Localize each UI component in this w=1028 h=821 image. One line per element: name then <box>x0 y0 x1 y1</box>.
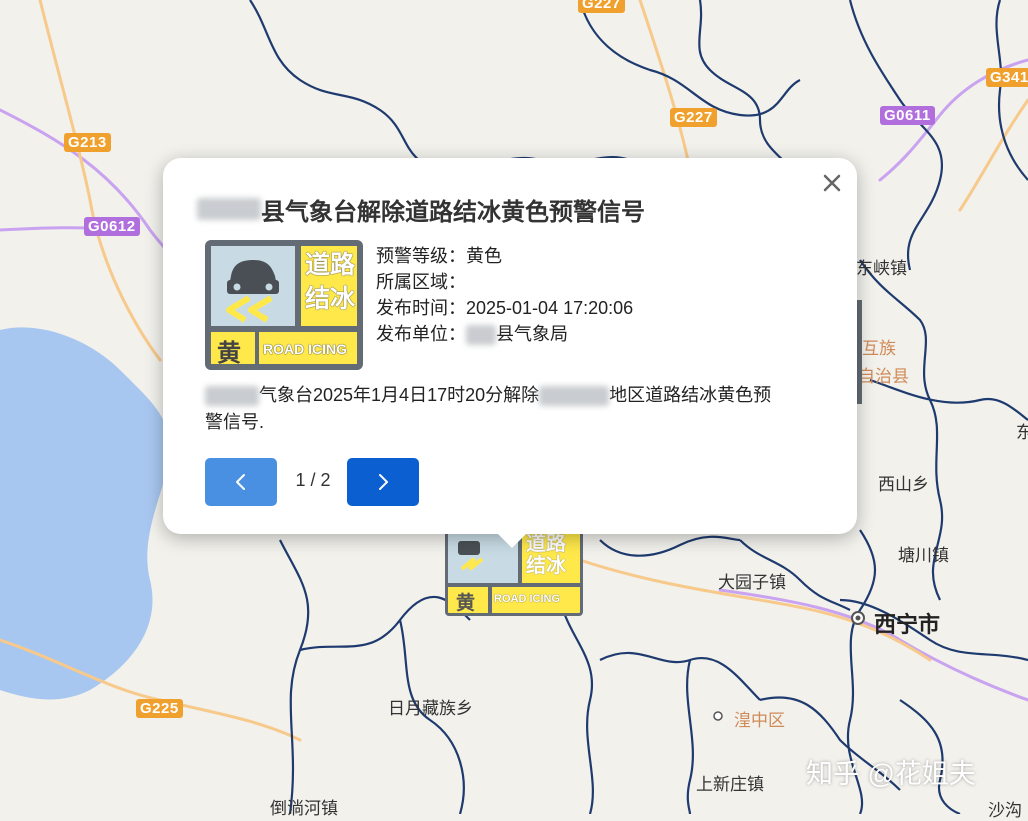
place-label: 大园子镇 <box>718 573 786 592</box>
place-label: 日月藏族乡 <box>388 699 473 718</box>
place-label: 东 <box>1016 423 1028 442</box>
info-value: 2025-01-04 17:20:06 <box>466 298 634 318</box>
road-shield: G341 <box>986 68 1028 87</box>
chevron-right-icon <box>379 474 388 490</box>
road-shield: G227 <box>578 0 625 13</box>
info-time: 发布时间：2025-01-04 17:20:06 <box>376 294 633 320</box>
icon-road-text: ROAD ICING <box>263 341 347 357</box>
info-region: 所属区域： <box>376 268 466 294</box>
watermark: 知乎 @花姐夫 <box>806 759 976 789</box>
warning-popup: 县气象台解除道路结冰黄色预警信号 道路结冰 黄 ROAD ICING 预警等级：… <box>163 158 857 548</box>
place-label: 东峡镇 <box>856 259 907 278</box>
desc-part: 警信号. <box>205 412 265 432</box>
place-label: 湟中区 <box>734 711 785 730</box>
prev-button[interactable] <box>205 458 277 506</box>
icon-level-text: 黄 <box>217 340 241 367</box>
road-shield: G0611 <box>880 106 935 125</box>
close-button[interactable] <box>821 172 843 194</box>
redacted-text <box>205 386 259 407</box>
desc-part: 地区道路结冰黄色预 <box>609 385 772 405</box>
info-label: 发布时间： <box>376 298 466 318</box>
redacted-text <box>466 325 496 346</box>
marker-level-text: 黄 <box>456 593 476 614</box>
marker-title-text: 道路结冰 <box>526 533 566 577</box>
road-shield: G225 <box>136 699 183 718</box>
desc-part: 气象台2025年1月4日17时20分解除 <box>259 385 540 405</box>
city-label-xining: 西宁市 <box>874 612 941 637</box>
warning-description: 气象台2025年1月4日17时20分解除 地区道路结冰黄色预 警信号. <box>205 382 815 436</box>
road-shield: G0612 <box>84 217 140 236</box>
popup-title: 县气象台解除道路结冰黄色预警信号 <box>261 199 645 226</box>
info-publisher: 发布单位： 县气象局 <box>376 320 568 346</box>
close-icon[interactable] <box>821 172 843 194</box>
town-marker <box>713 711 723 721</box>
popup-tail <box>497 533 527 548</box>
info-label: 预警等级： <box>376 246 466 266</box>
info-level: 预警等级：黄色 <box>376 242 502 268</box>
place-label: 上新庄镇 <box>696 775 764 794</box>
place-label: 沙沟 <box>988 801 1022 820</box>
chevron-left-icon <box>236 474 245 490</box>
place-label: 自治县 <box>858 367 909 386</box>
info-value: 黄色 <box>466 246 502 266</box>
road-shield: G213 <box>64 133 111 152</box>
redacted-text <box>197 198 261 220</box>
marker-road-text: ROAD ICING <box>494 593 560 605</box>
info-label: 发布单位： <box>376 324 466 344</box>
road-shield: G227 <box>670 108 717 127</box>
redacted-text <box>539 386 610 407</box>
place-label: 塘川镇 <box>898 546 949 565</box>
info-value: 县气象局 <box>496 324 568 344</box>
next-button[interactable] <box>347 458 419 506</box>
info-label: 所属区域： <box>376 272 466 292</box>
place-label: 互族 <box>862 339 896 358</box>
page-indicator: 1 / 2 <box>295 470 331 490</box>
place-label: 倒淌河镇 <box>270 799 338 818</box>
road-icing-icon: 道路结冰 黄 ROAD ICING <box>205 240 363 370</box>
icon-title-text: 道路结冰 <box>304 251 355 313</box>
place-label: 西山乡 <box>878 475 929 494</box>
